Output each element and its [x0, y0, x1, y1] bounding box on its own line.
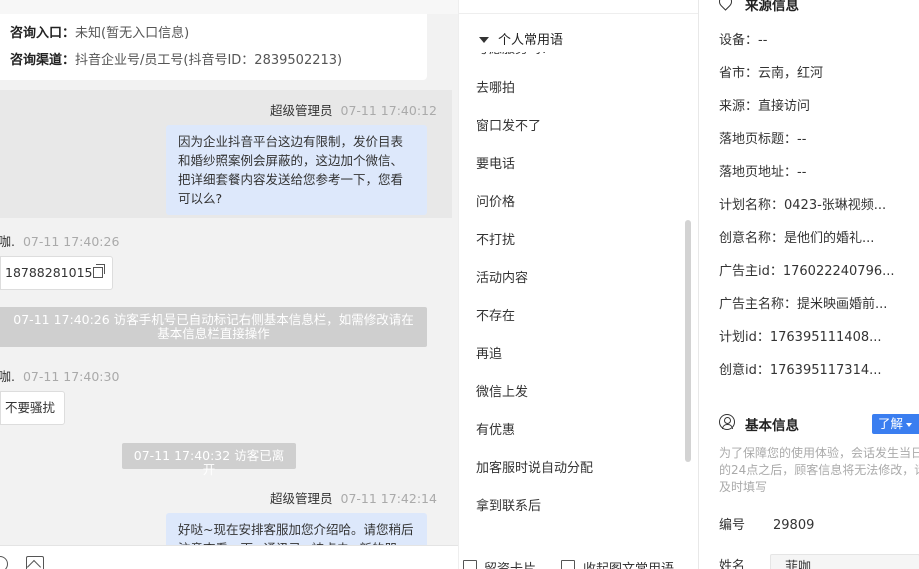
note-line: 的24点之后，顾客信息将无法修改，请: [719, 463, 919, 477]
caret-down-icon: [479, 37, 489, 43]
chat-input-toolbar: [0, 545, 458, 569]
source-info-title: 来源信息: [745, 0, 799, 14]
location-pin-icon: [716, 0, 735, 11]
source-info-row: 设备：--: [719, 33, 768, 48]
phrase-item[interactable]: 加客服时说自动分配: [476, 459, 593, 479]
lead-card-button[interactable]: 留资卡片: [484, 558, 536, 569]
message-meta: 超级管理员 07-11 17:42:14: [270, 488, 437, 507]
message-time: 07-11 17:40:30: [22, 369, 120, 384]
phrases-top-divider: [459, 13, 698, 14]
phrase-item[interactable]: 活动内容: [476, 269, 528, 289]
source-info-row: 计划名称：0423-张琳视频...: [719, 198, 887, 213]
phrase-item[interactable]: 微信上发: [476, 383, 528, 403]
phrase-item[interactable]: 窗口发不了: [476, 117, 541, 137]
source-info-row: 创意名称：是他们的婚礼...: [719, 231, 875, 246]
basic-info-note: 为了保障您的使用体验，会话发生当日 的24点之后，顾客信息将无法修改，请 及时填…: [719, 445, 919, 496]
phrases-scrollbar[interactable]: [685, 220, 691, 462]
card-icon[interactable]: [463, 560, 477, 569]
note-line: 及时填写: [719, 480, 768, 494]
inquiry-channel-value: 抖音企业号/员工号(抖音号ID：2839502213): [75, 53, 343, 68]
basic-info-title: 基本信息: [745, 418, 799, 434]
message-bubble-visitor[interactable]: 不要骚扰: [0, 391, 66, 425]
list-icon[interactable]: [561, 560, 575, 569]
note-line: 为了保障您的使用体验，会话发生当日: [719, 446, 919, 460]
message-meta: 菲咖. 07-11 17:40:30: [0, 366, 119, 385]
name-label: 姓名: [719, 559, 746, 569]
collapse-phrases-button[interactable]: 收起图文常用语: [583, 558, 674, 569]
message-sender: 超级管理员: [270, 491, 333, 506]
message-sender: 超级管理员: [270, 103, 333, 118]
id-value: 29809: [773, 518, 815, 533]
source-info-row: 广告主id：176022240796...: [719, 264, 895, 279]
chat-top-strip: [0, 0, 458, 14]
common-phrases-panel: 考虑服务吗? 个人常用语 去哪拍 窗口发不了 要电话 问价格 不打扰 活动内容 …: [458, 0, 698, 569]
phrase-group-title: 个人常用语: [498, 33, 564, 48]
system-notice: 07-11 17:40:32 访客已离开: [122, 443, 296, 477]
inquiry-entry-row: 咨询入口：未知(暂无入口信息): [10, 24, 427, 51]
message-bubble-visitor[interactable]: 18788281015: [0, 256, 114, 290]
system-notice: 07-11 17:40:26 访客手机号已自动标记右侧基本信息栏，如需修改请在基…: [0, 307, 427, 347]
phrase-item[interactable]: 不打扰: [476, 231, 515, 251]
phrase-item[interactable]: 去哪拍: [476, 79, 515, 99]
source-info-row: 落地页地址：--: [719, 165, 807, 180]
message-sender: 菲咖.: [0, 369, 15, 384]
learn-more-label: 了解: [878, 416, 904, 431]
source-info-row: 计划id：176395111408...: [719, 330, 882, 345]
inquiry-entry-label: 咨询入口：: [10, 26, 76, 41]
source-info-row: 省市：云南，红河: [719, 66, 824, 81]
inquiry-channel-row: 咨询渠道：抖音企业号/员工号(抖音号ID：2839502213): [10, 51, 427, 78]
phrase-group-header[interactable]: 个人常用语: [473, 30, 570, 52]
message-sender: 菲咖.: [0, 234, 15, 249]
message-bubble-agent[interactable]: 因为企业抖音平台这边有限制，发价目表和婚纱照案例会屏蔽的，这边加个微信、把详细套…: [166, 125, 427, 215]
name-field[interactable]: 菲咖.: [770, 554, 919, 569]
message-time: 07-11 17:40:26: [22, 234, 120, 249]
phrase-item[interactable]: 要电话: [476, 155, 515, 175]
phrase-item[interactable]: 有优惠: [476, 421, 515, 441]
user-icon: [719, 414, 735, 430]
inquiry-info-card: 咨询入口：未知(暂无入口信息) 咨询渠道：抖音企业号/员工号(抖音号ID：283…: [0, 14, 427, 80]
phone-number-text: 18788281015: [5, 265, 93, 280]
caret-down-icon: [906, 422, 913, 427]
phrases-bottom-bar: 留资卡片 收起图文常用语: [459, 556, 698, 569]
copy-icon[interactable]: [93, 264, 106, 278]
phrase-item[interactable]: 拿到联系后: [476, 497, 541, 517]
source-info-row: 来源：直接访问: [719, 99, 811, 114]
chat-panel[interactable]: 咨询入口：未知(暂无入口信息) 咨询渠道：抖音企业号/员工号(抖音号ID：283…: [0, 0, 458, 569]
inquiry-channel-label: 咨询渠道：: [10, 53, 76, 68]
image-icon[interactable]: [26, 556, 44, 569]
message-time: 07-11 17:42:14: [340, 491, 437, 506]
phrase-item[interactable]: 再追: [476, 345, 502, 365]
message-meta: 超级管理员 07-11 17:40:12: [270, 100, 437, 119]
customer-info-panel: 来源信息 设备：-- 省市：云南，红河 来源：直接访问 落地页标题：-- 落地页…: [698, 0, 919, 569]
source-info-row: 落地页标题：--: [719, 132, 807, 147]
source-info-row: 广告主名称：提米映画婚前...: [719, 297, 888, 312]
source-info-row: 创意id：176395117314...: [719, 363, 882, 378]
phrase-item[interactable]: 不存在: [476, 307, 515, 327]
learn-more-button[interactable]: 了解: [872, 414, 919, 434]
phrase-item[interactable]: 问价格: [476, 193, 515, 213]
id-label: 编号: [719, 518, 746, 533]
emoji-icon[interactable]: [0, 556, 8, 569]
message-meta: 菲咖. 07-11 17:40:26: [0, 231, 119, 250]
message-time: 07-11 17:40:12: [340, 103, 437, 118]
inquiry-entry-value: 未知(暂无入口信息): [75, 26, 190, 41]
